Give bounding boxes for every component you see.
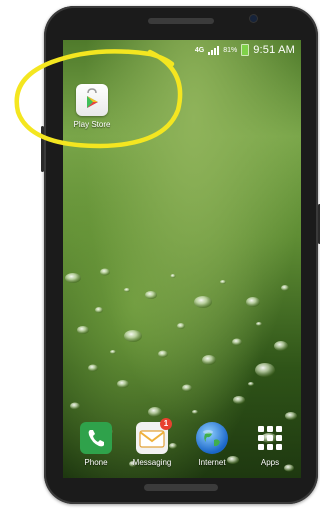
- status-bar: 4G 81% 9:51 AM: [63, 40, 301, 60]
- apps-grid-icon[interactable]: [254, 422, 286, 454]
- globe-icon[interactable]: [196, 422, 228, 454]
- phone-icon[interactable]: [80, 422, 112, 454]
- play-store-icon[interactable]: [76, 84, 108, 116]
- app-play-store[interactable]: Play Store: [67, 84, 117, 129]
- front-camera: [250, 15, 257, 22]
- dock-internet[interactable]: Internet: [187, 422, 237, 467]
- app-label: Internet: [198, 458, 226, 467]
- earpiece-speaker: [148, 18, 214, 24]
- dock-phone[interactable]: Phone: [71, 422, 121, 467]
- dock-apps[interactable]: Apps: [245, 422, 295, 467]
- dock-messaging[interactable]: 1 Messaging: [127, 418, 177, 467]
- volume-button[interactable]: [41, 126, 44, 172]
- network-type: 4G: [194, 46, 205, 54]
- home-screen[interactable]: 4G 81% 9:51 AM Play Store Phone 1 Messag…: [63, 40, 301, 478]
- bottom-speaker: [144, 484, 218, 491]
- phone-device: 4G 81% 9:51 AM Play Store Phone 1 Messag…: [41, 6, 320, 504]
- app-label: Play Store: [73, 120, 111, 129]
- messaging-icon[interactable]: 1: [136, 418, 172, 454]
- signal-strength-icon: [208, 45, 220, 55]
- battery-percent: 81%: [223, 46, 238, 54]
- clock: 9:51 AM: [253, 44, 295, 56]
- battery-icon: [241, 44, 250, 56]
- app-label: Apps: [260, 458, 280, 467]
- app-label: Phone: [84, 458, 108, 467]
- app-label: Messaging: [132, 458, 172, 467]
- unread-badge: 1: [160, 418, 172, 430]
